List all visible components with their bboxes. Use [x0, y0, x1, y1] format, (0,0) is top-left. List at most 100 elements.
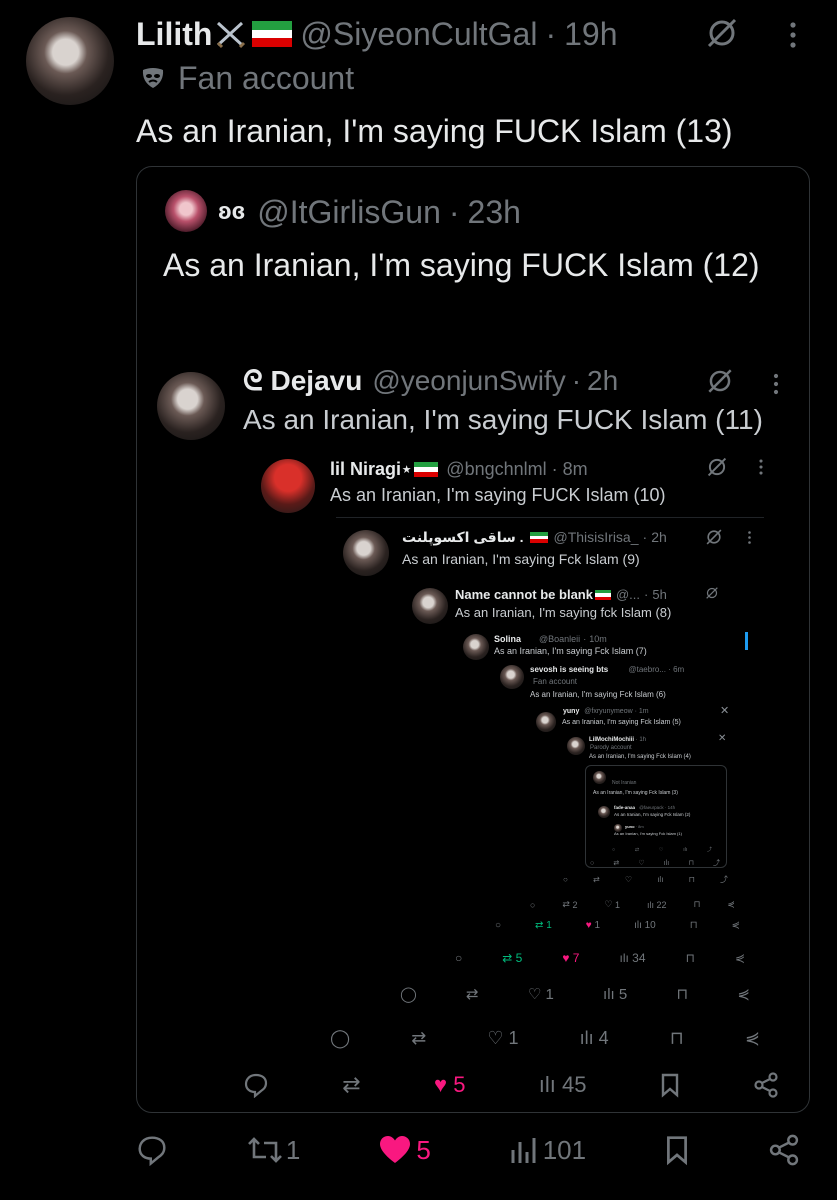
bookmark-icon: ⊓ [689, 920, 698, 931]
display-name: ساقی اکسوپلنت . [402, 529, 524, 545]
share-icon: ⋞ [727, 899, 735, 909]
quote-text: As an Iranian, I'm saying FUCK Islam (12… [163, 247, 760, 283]
reply-button: ◯ [400, 986, 417, 1003]
repost-button: ⇄ 2 [562, 899, 578, 910]
share-icon: ⋞ [731, 920, 740, 931]
handle: @bngchnlml [446, 459, 547, 479]
nested-header: yuno · 8m [625, 824, 644, 829]
repost-button[interactable]: 1 [246, 1135, 300, 1166]
timestamp: 23h [467, 194, 521, 230]
share-button[interactable] [768, 1134, 800, 1166]
nested-header: yuny @fxryunymeow · 1m [563, 708, 649, 715]
repost-count: 1 [546, 920, 552, 931]
divider [336, 517, 764, 518]
display-name[interactable]: Lilith [136, 14, 212, 54]
avatar [412, 588, 448, 624]
handle: @taebro... [628, 665, 666, 674]
views-icon: ılı [657, 875, 664, 884]
handle: @ThisisIrisa_ [553, 529, 639, 545]
avatar[interactable] [26, 17, 114, 105]
nested-tweet-text: As an Iranian, I'm saying Fck Islam (4) [589, 754, 691, 760]
reply-icon: ○ [590, 859, 595, 867]
iran-flag-icon [594, 590, 611, 600]
action-bar: ◯ ⇄ ♡ 1 ılı 4 ⊓ ⋞ [330, 1028, 760, 1049]
like-count: 5 [416, 1134, 431, 1165]
like-button: ♡ 1 [487, 1028, 519, 1048]
quote-header: ʚɞ @ItGirlisGun · 23h [218, 194, 521, 230]
bookmark-icon: ⊓ [685, 951, 695, 965]
bookmark-button[interactable] [664, 1134, 690, 1166]
avatar [536, 712, 556, 732]
views-button: ılı 34 [619, 951, 646, 965]
iran-flag-icon [252, 21, 293, 47]
share-icon: ⤴ [706, 847, 712, 853]
views-button: ılı 45 [538, 1072, 587, 1097]
views-button: ılı 22 [646, 899, 667, 910]
handle: @faeurpack [639, 805, 664, 810]
like-icon: ♡ [658, 846, 664, 853]
nested-tweet-text: As an Iranian, I'm saying Fck Islam (1) [614, 831, 682, 836]
timestamp: 6m [673, 665, 685, 674]
like-button[interactable]: 5 [378, 1134, 431, 1166]
mask-icon [140, 65, 166, 91]
iran-flag-icon [529, 531, 548, 543]
nested-header: lil Niragi⋆ @bngchnlml · 8m [330, 459, 588, 479]
more-options-icon [758, 458, 764, 476]
display-name: sevosh is seeing bts [530, 665, 609, 674]
nested-header: sevosh is seeing bts @taebro... · 6m [530, 665, 685, 674]
avatar [598, 806, 610, 818]
like-count: 5 [453, 1072, 466, 1097]
not-iranian-label: Not Iranian [612, 780, 637, 786]
grok-icon [705, 586, 719, 600]
nested-tweet-text: As an Iranian, I'm saying Fck Islam (9) [402, 551, 640, 567]
action-bar: ○ ⇄ ♡ ılı ⊓ ⤴ [590, 858, 720, 868]
tweet-header: Lilith @SiyeonCultGal · 19h [136, 14, 618, 54]
repost-button: ⇄ [342, 1072, 361, 1097]
nested-tweet-text: As an Iranian, I'm saying fck Islam (8) [455, 605, 672, 620]
handle: @yeonjunSwify [372, 365, 566, 396]
bookmark-icon: ⊓ [669, 1028, 684, 1048]
more-options-icon [747, 530, 752, 545]
views-button: ılı 10 [634, 920, 656, 931]
like-count: 7 [572, 951, 580, 965]
timestamp: 2h [587, 365, 619, 396]
avatar [165, 190, 207, 232]
more-options-icon[interactable] [788, 20, 798, 50]
fan-account-label: Fan account [178, 60, 355, 96]
handle[interactable]: @SiyeonCultGal [300, 14, 537, 54]
views-button[interactable]: 101 [509, 1135, 586, 1166]
repost-button: ⇄ 1 [535, 920, 552, 931]
share-icon: ⤴ [712, 860, 720, 867]
handle: @Boanleii [539, 634, 581, 644]
timestamp[interactable]: 19h [564, 14, 617, 54]
nested-tweet-text: As an Iranian, I'm saying FUCK Islam (10… [330, 485, 666, 505]
parody-account-label: Parody account [590, 745, 632, 751]
like-button: ♥ 5 [434, 1072, 466, 1097]
nested-tweet-text: As an Iranian, I'm saying Fck Islam (3) [593, 790, 678, 796]
grok-icon[interactable] [705, 16, 739, 50]
handle: @fxryunymeow [584, 708, 633, 715]
nested-tweet-text: As an Iranian, I'm saying Fck Islam (7) [494, 646, 647, 656]
nested-tweet-text: As an Iranian, I'm saying Fck Islam (6) [530, 690, 666, 699]
repost-icon: ⇄ [593, 875, 600, 884]
view-count: 101 [542, 1134, 587, 1165]
repost-count: 2 [572, 899, 578, 910]
bookmark-icon: ⊓ [676, 986, 689, 1003]
display-name: ᘓ Dejavu [243, 365, 363, 396]
bookmark-icon: ⊓ [688, 875, 695, 884]
like-button: ♡ 1 [604, 899, 620, 910]
reply-icon: ○ [612, 846, 616, 853]
grok-icon [706, 367, 734, 395]
view-count: 34 [632, 951, 646, 965]
view-count: 45 [561, 1072, 587, 1097]
reply-button[interactable] [136, 1134, 168, 1166]
account-label: Fan account [140, 58, 354, 98]
timestamp: 10m [589, 634, 607, 644]
swords-icon [214, 19, 248, 49]
timestamp: 8m [638, 824, 644, 829]
like-button: ♥ 7 [562, 951, 580, 965]
like-count: 1 [508, 1028, 519, 1048]
action-bar: ○ ⇄ ♡ ılı ⊓ ⤴ [563, 874, 728, 885]
like-count: 1 [594, 920, 601, 931]
avatar [261, 459, 315, 513]
